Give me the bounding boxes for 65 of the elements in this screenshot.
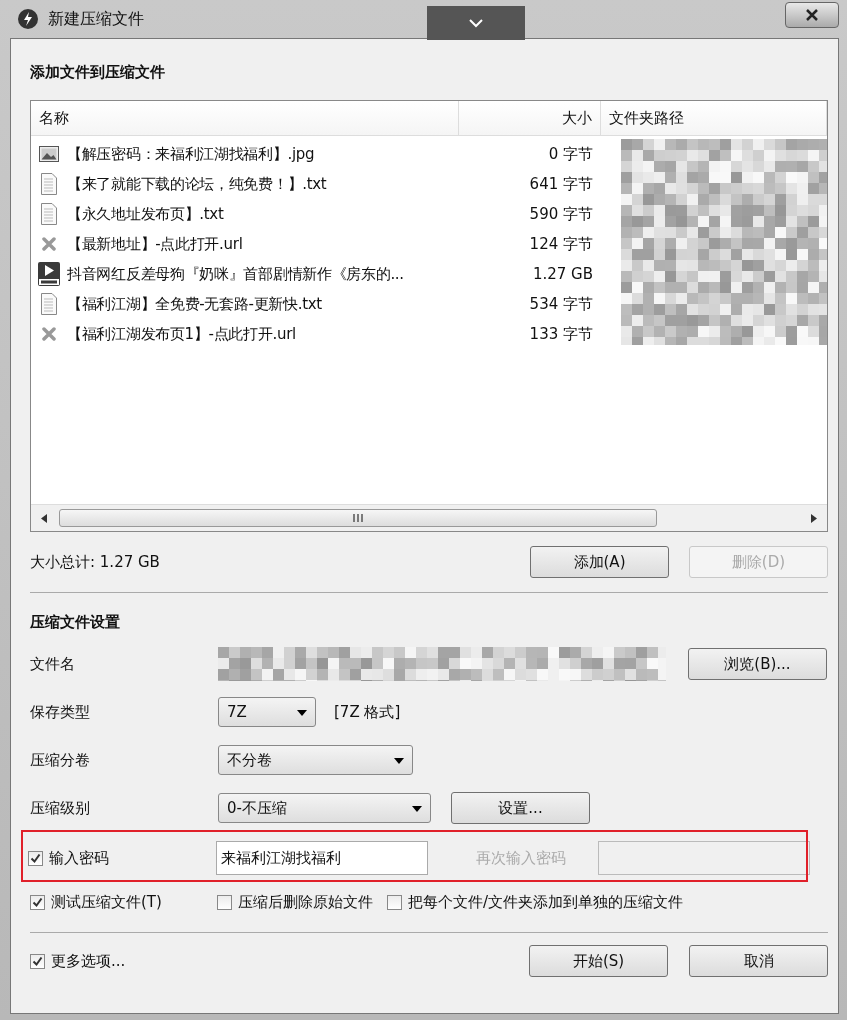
option-label: 更多选项... [51, 951, 126, 971]
file-name: 【最新地址】-点此打开.url [67, 234, 244, 254]
scrollbar-thumb[interactable] [59, 509, 657, 527]
start-button[interactable]: 开始(S) [529, 945, 668, 977]
file-size: 124 字节 [528, 234, 593, 254]
checkbox[interactable] [387, 894, 402, 910]
close-icon [805, 9, 819, 21]
image-file-icon [39, 145, 59, 163]
field-label: 压缩分卷 [30, 750, 91, 770]
section-title: 压缩文件设置 [30, 613, 121, 632]
confirm-password-field[interactable] [598, 841, 810, 875]
cancel-button[interactable]: 取消 [689, 945, 828, 977]
file-size: 0 字节 [547, 144, 593, 164]
caret-icon [412, 806, 422, 812]
option-label: 把每个文件/文件夹添加到单独的压缩文件 [408, 892, 684, 912]
split-dropdown[interactable]: 不分卷 [218, 745, 413, 775]
text-file-icon [40, 293, 58, 315]
column-header[interactable]: 大小 [459, 101, 601, 135]
file-name: 抖音网红反差母狗『奶咪』首部剧情新作《房东的... [67, 264, 405, 284]
checkbox[interactable] [217, 894, 232, 910]
settings-button[interactable]: 设置... [451, 792, 590, 824]
field-label: 保存类型 [30, 702, 91, 722]
left-arrow-icon[interactable] [41, 513, 47, 523]
option-label: 测试压缩文件(T) [51, 892, 162, 912]
file-name: 【解压密码：来福利江湖找福利】.jpg [67, 144, 316, 164]
close-button[interactable] [785, 2, 839, 28]
column-header[interactable]: 文件夹路径 [601, 101, 827, 135]
right-arrow-icon[interactable] [811, 513, 817, 523]
caret-icon [394, 758, 404, 764]
option-label: 压缩后删除原始文件 [238, 892, 373, 912]
file-size: 534 字节 [528, 294, 593, 314]
caret-icon [297, 710, 307, 716]
checkbox[interactable] [28, 850, 43, 866]
browse-button[interactable]: 浏览(B)... [688, 648, 827, 680]
video-file-icon [38, 262, 60, 286]
option-label: 输入密码 [49, 848, 109, 868]
field-label: 再次输入密码 [476, 848, 567, 868]
file-size: 590 字节 [528, 204, 593, 224]
app-icon [18, 9, 38, 29]
text-file-icon [40, 203, 58, 225]
level-dropdown[interactable]: 0-不压缩 [218, 793, 431, 823]
file-size: 641 字节 [528, 174, 593, 194]
file-size: 133 字节 [528, 324, 593, 344]
window-title: 新建压缩文件 [48, 8, 144, 30]
file-name: 【来了就能下载的论坛，纯免费！】.txt [67, 174, 328, 194]
field-label: 文件名 [30, 654, 76, 674]
format-note: [7Z 格式] [334, 702, 401, 722]
column-header[interactable]: 名称 [31, 101, 459, 135]
section-title: 添加文件到压缩文件 [30, 63, 166, 82]
cross-icon [42, 237, 56, 251]
grip-icon [353, 514, 363, 522]
cross-icon [42, 327, 56, 341]
format-dropdown[interactable]: 7Z [218, 697, 316, 727]
field-label: 压缩级别 [30, 798, 91, 818]
checkbox[interactable] [30, 894, 45, 910]
text-file-icon [40, 173, 58, 195]
password-field[interactable]: 来福利江湖找福利 [216, 841, 428, 875]
file-name: 【福利江湖发布页1】-点此打开.url [67, 324, 297, 344]
add-button[interactable]: 添加(A) [530, 546, 669, 578]
file-name: 【福利江湖】全免费-无套路-更新快.txt [67, 294, 323, 314]
chevron-icon [468, 18, 484, 28]
file-name: 【永久地址发布页】.txt [67, 204, 225, 224]
file-size: 1.27 GB [531, 265, 593, 283]
total-size: 大小总计: 1.27 GB [30, 552, 161, 572]
checkbox[interactable] [30, 953, 45, 969]
